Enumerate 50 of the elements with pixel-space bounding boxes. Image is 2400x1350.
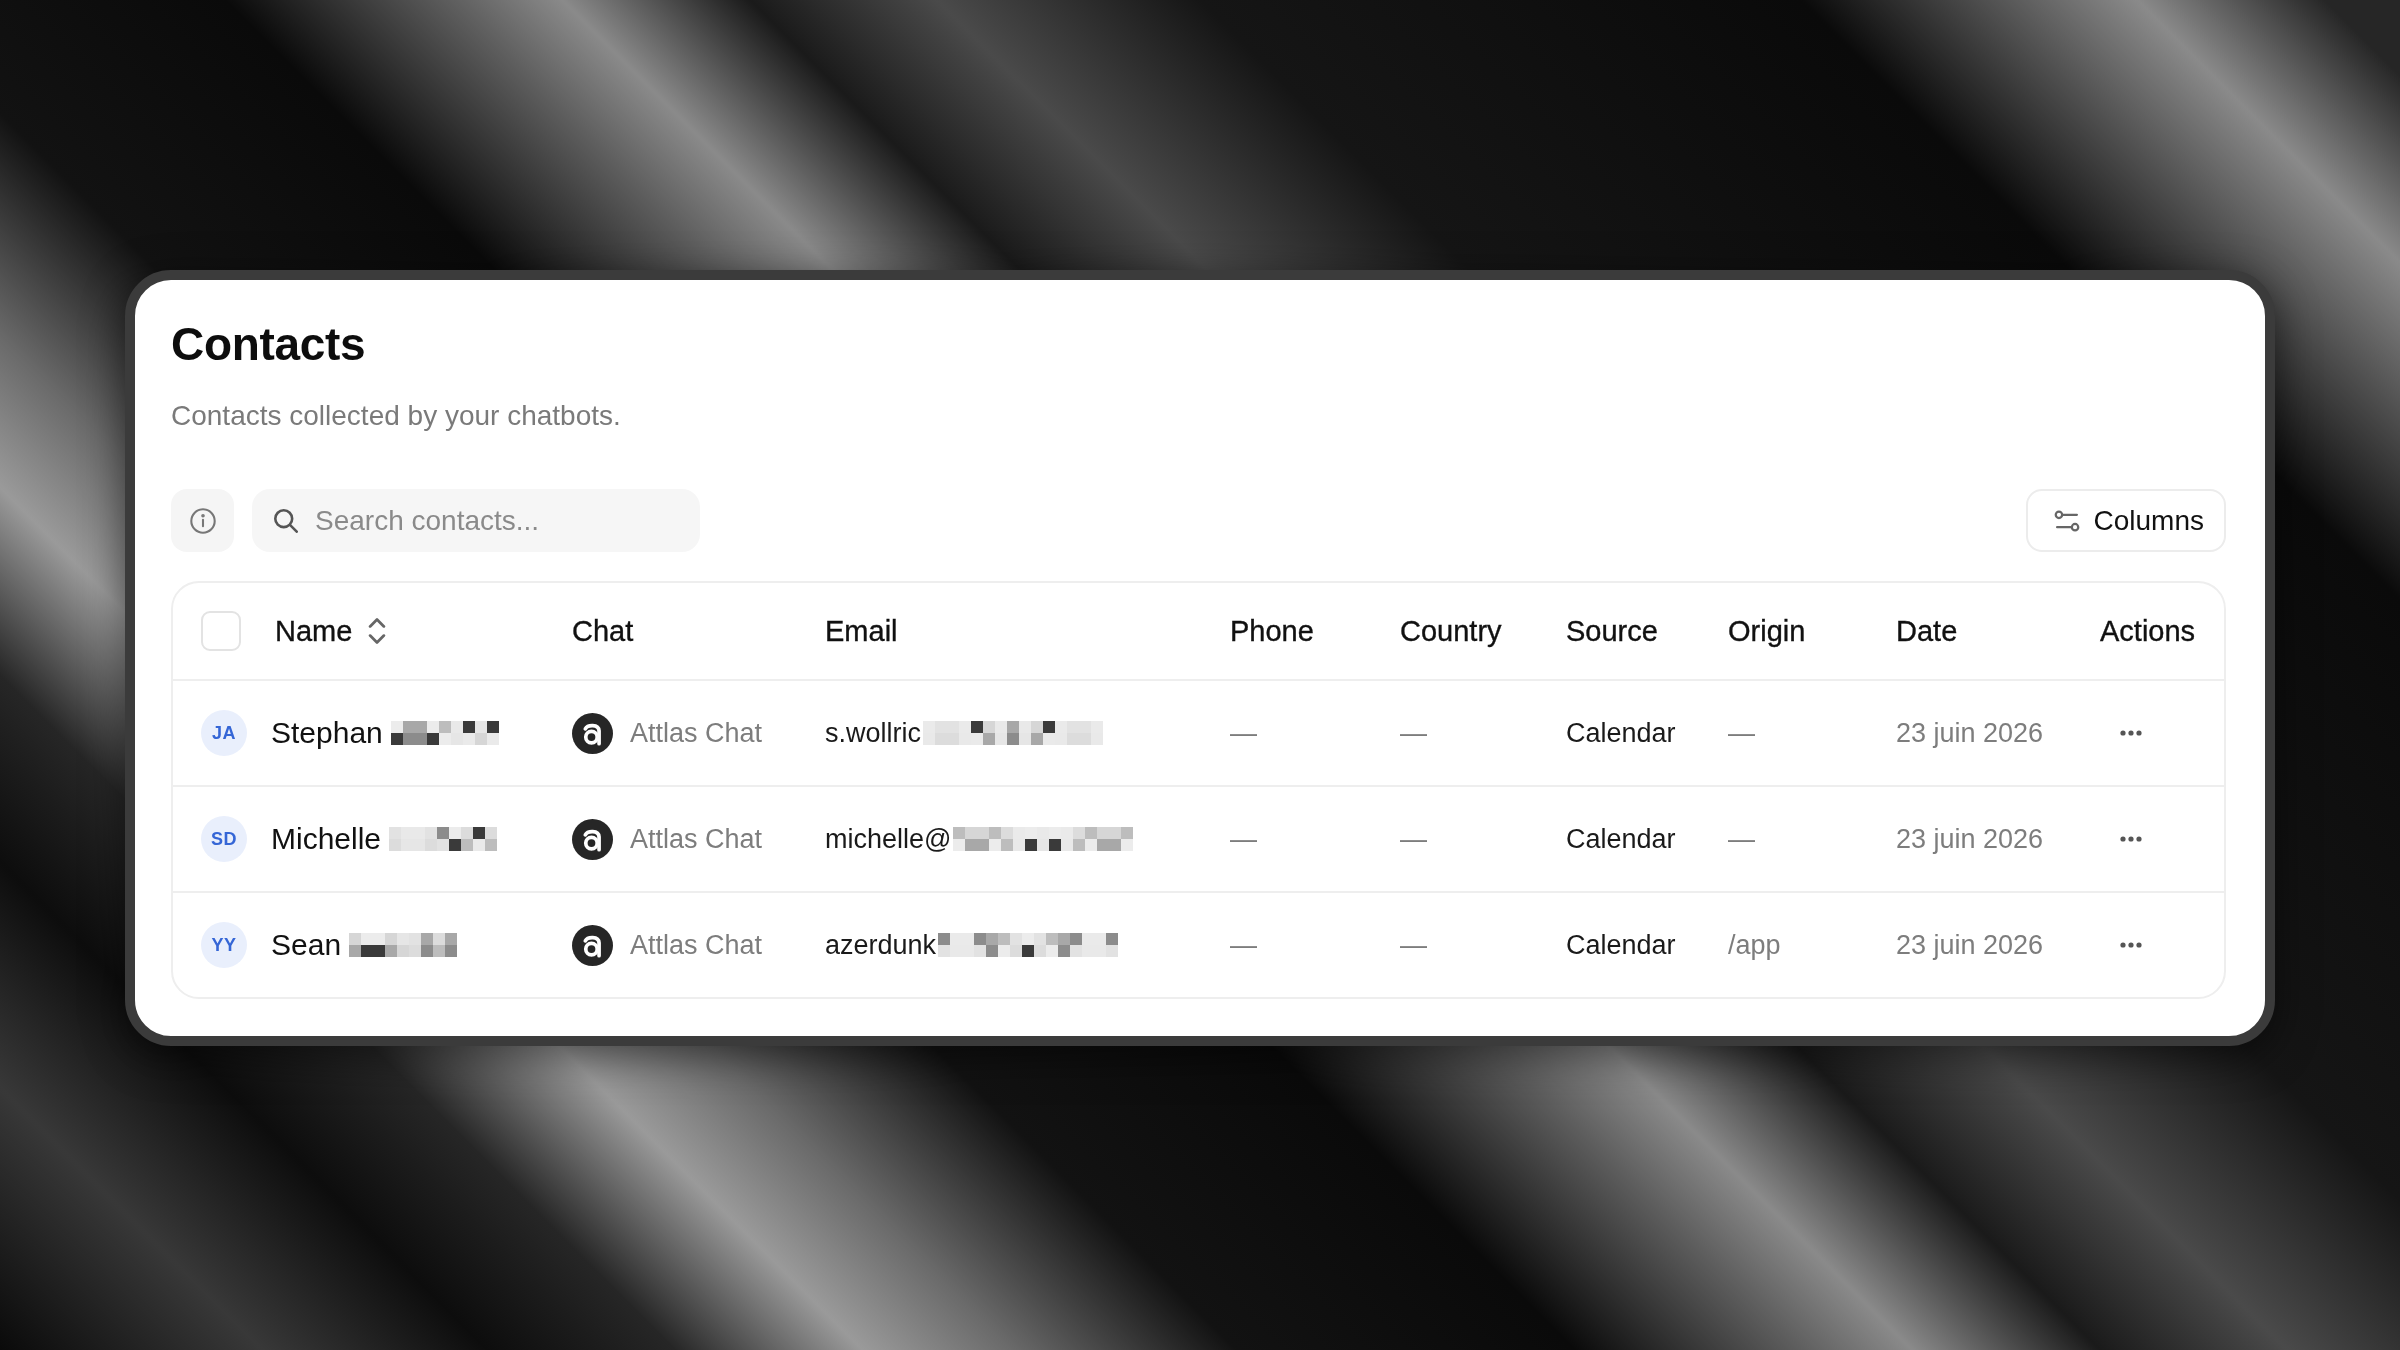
select-all-checkbox[interactable] xyxy=(201,611,241,651)
column-header: Country xyxy=(1400,614,1502,648)
column-header: Date xyxy=(1896,614,1958,648)
date-value: 23 juin 2026 xyxy=(1896,929,2044,961)
contact-name: Stephan xyxy=(271,716,383,750)
origin-value: — xyxy=(1728,823,1755,855)
date-value: 23 juin 2026 xyxy=(1896,717,2044,749)
source-value: Calendar xyxy=(1566,929,1676,961)
columns-button[interactable]: Columns xyxy=(2025,489,2226,552)
chat-name: Attlas Chat xyxy=(630,929,763,961)
country-value: — xyxy=(1400,823,1427,855)
chat-logo-icon xyxy=(572,924,613,966)
email-text: s.wollric xyxy=(825,717,921,749)
more-icon[interactable] xyxy=(2120,942,2142,948)
phone-value: — xyxy=(1230,823,1257,855)
column-header: Origin xyxy=(1728,614,1806,648)
info-button[interactable] xyxy=(171,489,234,552)
search-field[interactable]: Search contacts... xyxy=(252,489,700,552)
column-header: Phone xyxy=(1230,614,1314,648)
contact-name: Michelle xyxy=(271,822,382,856)
avatar-initials: YY xyxy=(201,922,247,968)
column-header: Chat xyxy=(572,614,634,648)
chat-name: Attlas Chat xyxy=(630,717,763,749)
column-header: Actions xyxy=(2100,614,2196,648)
source-value: Calendar xyxy=(1566,823,1676,855)
avatar-initials: SD xyxy=(201,816,247,862)
country-value: — xyxy=(1400,717,1427,749)
page-subtitle: Contacts collected by your chatbots. xyxy=(171,399,622,433)
country-value: — xyxy=(1400,929,1427,961)
email-text: michelle@ xyxy=(825,823,952,855)
source-value: Calendar xyxy=(1566,717,1676,749)
chat-logo-icon xyxy=(572,712,613,754)
info-icon xyxy=(189,507,216,534)
chat-logo-icon xyxy=(572,818,613,860)
email-text: azerdunk xyxy=(825,929,937,961)
origin-value: /app xyxy=(1728,929,1781,961)
more-icon[interactable] xyxy=(2120,836,2142,842)
column-header[interactable]: Name xyxy=(275,614,389,648)
column-header: Source xyxy=(1566,614,1658,648)
phone-value: — xyxy=(1230,929,1257,961)
column-header: Email xyxy=(825,614,898,648)
origin-value: — xyxy=(1728,717,1755,749)
page-title: Contacts xyxy=(171,318,367,370)
search-icon xyxy=(274,509,298,533)
avatar-initials: JA xyxy=(201,710,247,756)
contact-name: Sean xyxy=(271,928,342,962)
phone-value: — xyxy=(1230,717,1257,749)
date-value: 23 juin 2026 xyxy=(1896,823,2044,855)
more-icon[interactable] xyxy=(2120,730,2142,736)
chat-name: Attlas Chat xyxy=(630,823,763,855)
